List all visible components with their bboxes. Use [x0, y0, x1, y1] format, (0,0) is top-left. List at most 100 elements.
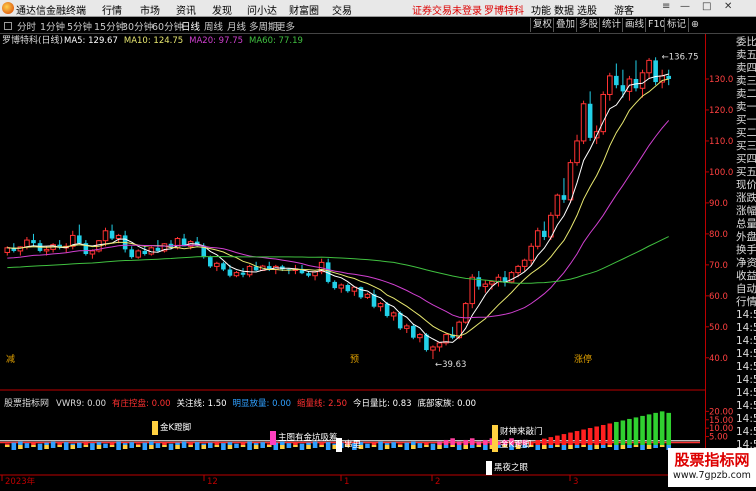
candle-body[interactable] — [646, 59, 652, 74]
candle-body[interactable] — [489, 281, 495, 285]
candle-body[interactable] — [43, 248, 50, 252]
candle-body[interactable] — [364, 293, 371, 298]
event-marker-reduce[interactable]: 减 — [6, 353, 15, 365]
menu-item-quotes[interactable]: 行情 — [102, 2, 122, 17]
indicator-sub-bar — [4, 445, 10, 447]
candle-body[interactable] — [397, 312, 403, 329]
candle-body[interactable] — [142, 250, 148, 255]
candle-body[interactable] — [515, 265, 521, 274]
candle-body[interactable] — [246, 265, 253, 276]
candle-body[interactable] — [115, 234, 122, 240]
candle-body[interactable] — [587, 103, 593, 138]
candle-body[interactable] — [135, 250, 142, 258]
candle-body[interactable] — [227, 269, 233, 276]
candle-body[interactable] — [24, 239, 30, 248]
candle-body[interactable] — [614, 75, 619, 86]
candle-body[interactable] — [306, 273, 311, 276]
candle-body[interactable] — [214, 262, 220, 267]
menu-item-wealth[interactable]: 财富圈 — [289, 2, 319, 17]
layout-icon[interactable] — [4, 22, 12, 30]
stats-button[interactable]: 统计 — [599, 18, 623, 32]
overlay-button[interactable]: 叠加 — [553, 18, 577, 32]
menu-item-discover[interactable]: 发现 — [212, 2, 232, 17]
draw-line-button[interactable]: 画线 — [622, 18, 646, 32]
login-notice[interactable]: 证券交易未登录 — [412, 2, 482, 17]
candle-body[interactable] — [403, 325, 410, 329]
period-daily[interactable]: 日线 — [181, 19, 200, 33]
chart-area[interactable]: 罗博特科(日线) MA5: 129.67 MA10: 124.75 MA20: 97… — [0, 34, 705, 487]
candle-body[interactable] — [129, 249, 134, 258]
close-icon[interactable]: ✕ — [724, 1, 732, 12]
candle-body[interactable] — [554, 194, 561, 216]
candle-body[interactable] — [561, 195, 567, 200]
candle-body[interactable] — [567, 162, 574, 201]
fq-button[interactable]: 复权 — [530, 18, 554, 32]
menu-item-ask[interactable]: 问小达 — [247, 2, 277, 17]
event-marker-forecast[interactable]: 预 — [350, 354, 359, 365]
candle-body[interactable] — [542, 230, 547, 237]
period-30min[interactable]: 30分钟 — [122, 19, 153, 33]
menu-item-market[interactable]: 市场 — [140, 2, 160, 17]
minimize-icon[interactable]: — — [680, 1, 690, 12]
period-15min[interactable]: 15分钟 — [94, 19, 125, 33]
candle-body[interactable] — [528, 245, 534, 261]
period-tick[interactable]: 分时 — [17, 19, 36, 33]
candle-body[interactable] — [436, 342, 443, 348]
candle-body[interactable] — [606, 75, 613, 95]
period-multi[interactable]: 多周期 — [249, 19, 278, 33]
period-5min[interactable]: 5分钟 — [67, 19, 92, 33]
candle-body[interactable] — [390, 312, 397, 317]
candle-body[interactable] — [424, 334, 429, 351]
candle-body[interactable] — [345, 285, 351, 292]
candle-body[interactable] — [430, 346, 436, 351]
candle-body[interactable] — [411, 325, 416, 338]
user-guest[interactable]: 游客 — [614, 2, 634, 17]
menu-data[interactable]: 数据 — [554, 2, 574, 17]
candle-body[interactable] — [338, 284, 345, 289]
candle-body[interactable] — [639, 72, 646, 89]
candle-body[interactable] — [233, 272, 240, 277]
mark-button[interactable]: 标记 — [664, 18, 688, 32]
candle-body[interactable] — [476, 277, 482, 287]
candle-body[interactable] — [31, 240, 36, 244]
candle-body[interactable] — [482, 283, 489, 288]
indicator-sub-bar — [561, 445, 567, 450]
candle-body[interactable] — [574, 140, 580, 164]
window-menu-icon[interactable]: ≡ — [662, 1, 670, 12]
multi-stock-button[interactable]: 多股 — [576, 18, 600, 32]
menu-item-news[interactable]: 资讯 — [176, 2, 196, 17]
candle-body[interactable] — [208, 257, 213, 267]
menu-stock-select[interactable]: 选股 — [577, 2, 597, 17]
maximize-icon[interactable]: □ — [702, 1, 711, 12]
candle-body[interactable] — [77, 235, 82, 244]
candle-body[interactable] — [4, 247, 11, 253]
period-1min[interactable]: 1分钟 — [40, 19, 65, 33]
menu-function[interactable]: 功能 — [531, 2, 551, 17]
candle-body[interactable] — [469, 276, 476, 305]
candle-body[interactable] — [109, 230, 115, 239]
candle-body[interactable] — [155, 247, 161, 251]
candle-body[interactable] — [534, 230, 541, 247]
menu-item-trade[interactable]: 交易 — [332, 2, 352, 17]
candle-body[interactable] — [377, 303, 384, 308]
candle-body[interactable] — [102, 230, 109, 242]
period-weekly[interactable]: 周线 — [204, 19, 223, 33]
candle-body[interactable] — [240, 272, 246, 275]
candle-body[interactable] — [417, 334, 423, 339]
candle-body[interactable] — [462, 303, 469, 323]
period-monthly[interactable]: 月线 — [227, 19, 246, 33]
candle-body[interactable] — [384, 303, 390, 316]
candle-body[interactable] — [653, 60, 658, 83]
candle-body[interactable] — [332, 281, 338, 289]
watermark: 股票指标网 www.7gpzb.com — [668, 448, 756, 487]
candle-body[interactable] — [620, 85, 626, 92]
candle-body[interactable] — [580, 103, 587, 142]
candle-body[interactable] — [666, 75, 672, 79]
candle-body[interactable] — [221, 263, 226, 270]
period-60min[interactable]: 60分钟 — [152, 19, 183, 33]
candle-body[interactable] — [521, 259, 528, 267]
period-more[interactable]: 更多 — [276, 19, 295, 33]
add-icon[interactable]: ⊕ — [688, 18, 701, 32]
candle-body[interactable] — [89, 250, 96, 255]
event-marker-limit-up[interactable]: 涨停 — [574, 353, 592, 365]
